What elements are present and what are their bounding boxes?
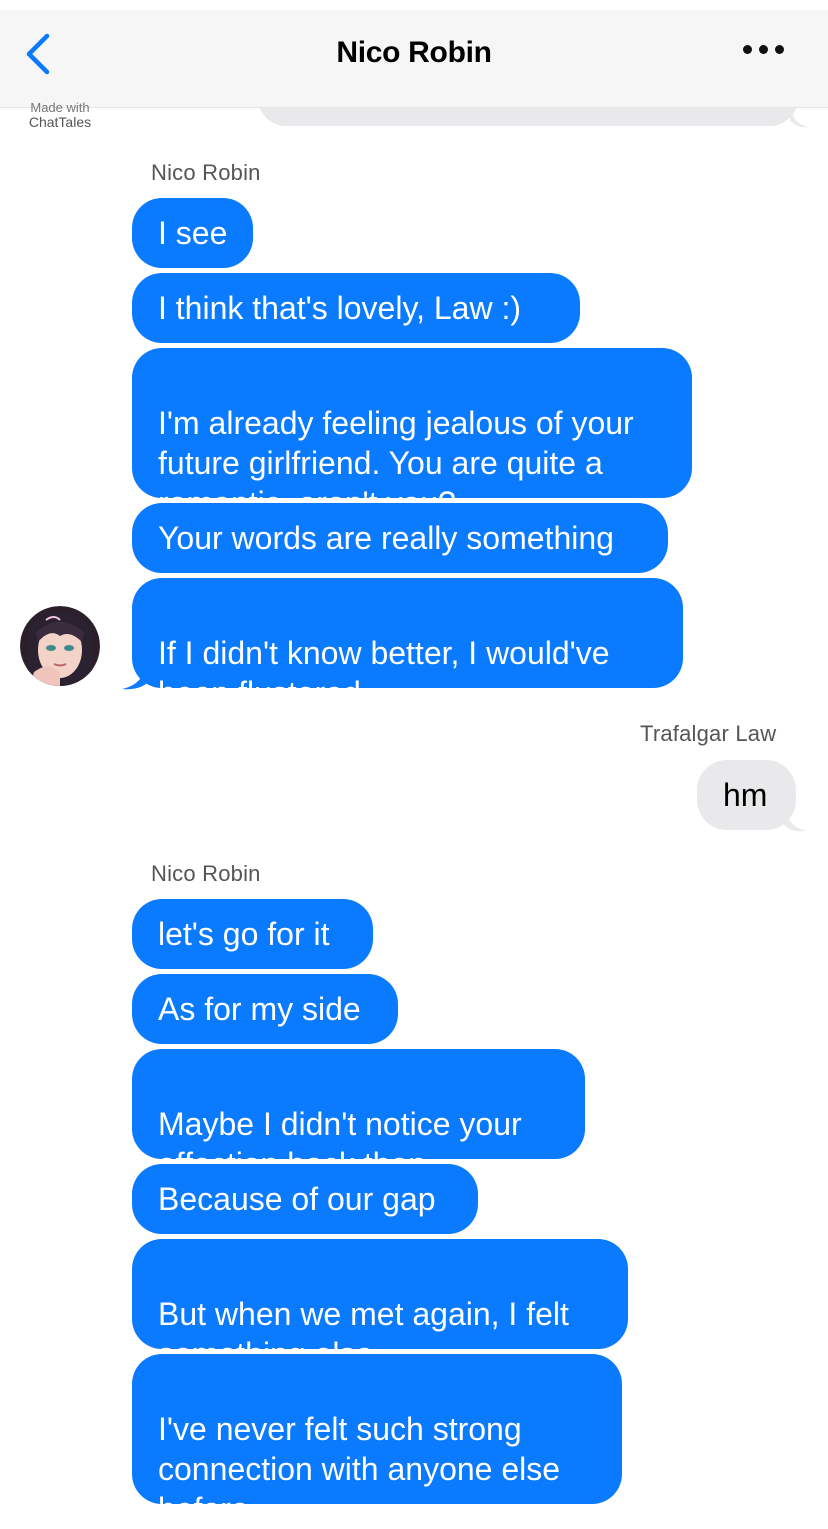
message-tail bbox=[122, 664, 146, 690]
sender-name: Trafalgar Law bbox=[640, 721, 777, 746]
message-text: As for my side bbox=[158, 991, 361, 1027]
message-bubble[interactable]: If I didn't know better, I would've been… bbox=[132, 578, 683, 711]
message-text: Because of our gap bbox=[158, 1181, 436, 1217]
sender-name: Nico Robin bbox=[151, 861, 261, 886]
watermark-line2: ChatTales bbox=[28, 114, 92, 130]
status-strip bbox=[0, 0, 828, 10]
message-bubble[interactable]: I think that's lovely, Law :) bbox=[132, 273, 580, 343]
message-bubble[interactable]: As for my side bbox=[132, 974, 398, 1044]
message-bubble[interactable]: I've never felt such strong connection w… bbox=[132, 1354, 622, 1527]
message-bubble[interactable]: Your words are really something bbox=[132, 503, 668, 573]
sender-name: Nico Robin bbox=[151, 160, 261, 185]
message-tail bbox=[784, 806, 806, 832]
message-bubble[interactable]: Maybe I didn't notice your affection bac… bbox=[132, 1049, 585, 1182]
more-options-button[interactable] bbox=[738, 36, 790, 66]
message-bubble[interactable]: let's go for it bbox=[132, 899, 373, 969]
message-text: I see bbox=[158, 215, 228, 251]
watermark-line1: Made with bbox=[30, 102, 90, 113]
message-bubble[interactable]: hm bbox=[697, 760, 796, 830]
message-text: I think that's lovely, Law :) bbox=[158, 290, 521, 326]
message-text: Your words are really something bbox=[158, 520, 614, 556]
chat-header: Nico Robin bbox=[0, 0, 828, 108]
message-text: hm bbox=[723, 777, 768, 813]
message-text: let's go for it bbox=[158, 916, 330, 952]
message-bubble[interactable]: Because of our gap bbox=[132, 1164, 478, 1234]
message-text: I've never felt such strong connection w… bbox=[158, 1411, 561, 1527]
message-bubble[interactable]: I'm already feeling jealous of your futu… bbox=[132, 348, 692, 521]
avatar[interactable] bbox=[20, 606, 100, 686]
watermark: Made with ChatTales bbox=[18, 102, 102, 132]
chat-title: Nico Robin bbox=[336, 36, 492, 69]
avatar-image bbox=[20, 606, 100, 686]
message-bubble[interactable]: I see bbox=[132, 198, 253, 268]
message-bubble[interactable]: But when we met again, I felt something … bbox=[132, 1239, 628, 1372]
message-tail bbox=[790, 106, 810, 128]
message-text: If I didn't know better, I would've been… bbox=[158, 635, 610, 711]
